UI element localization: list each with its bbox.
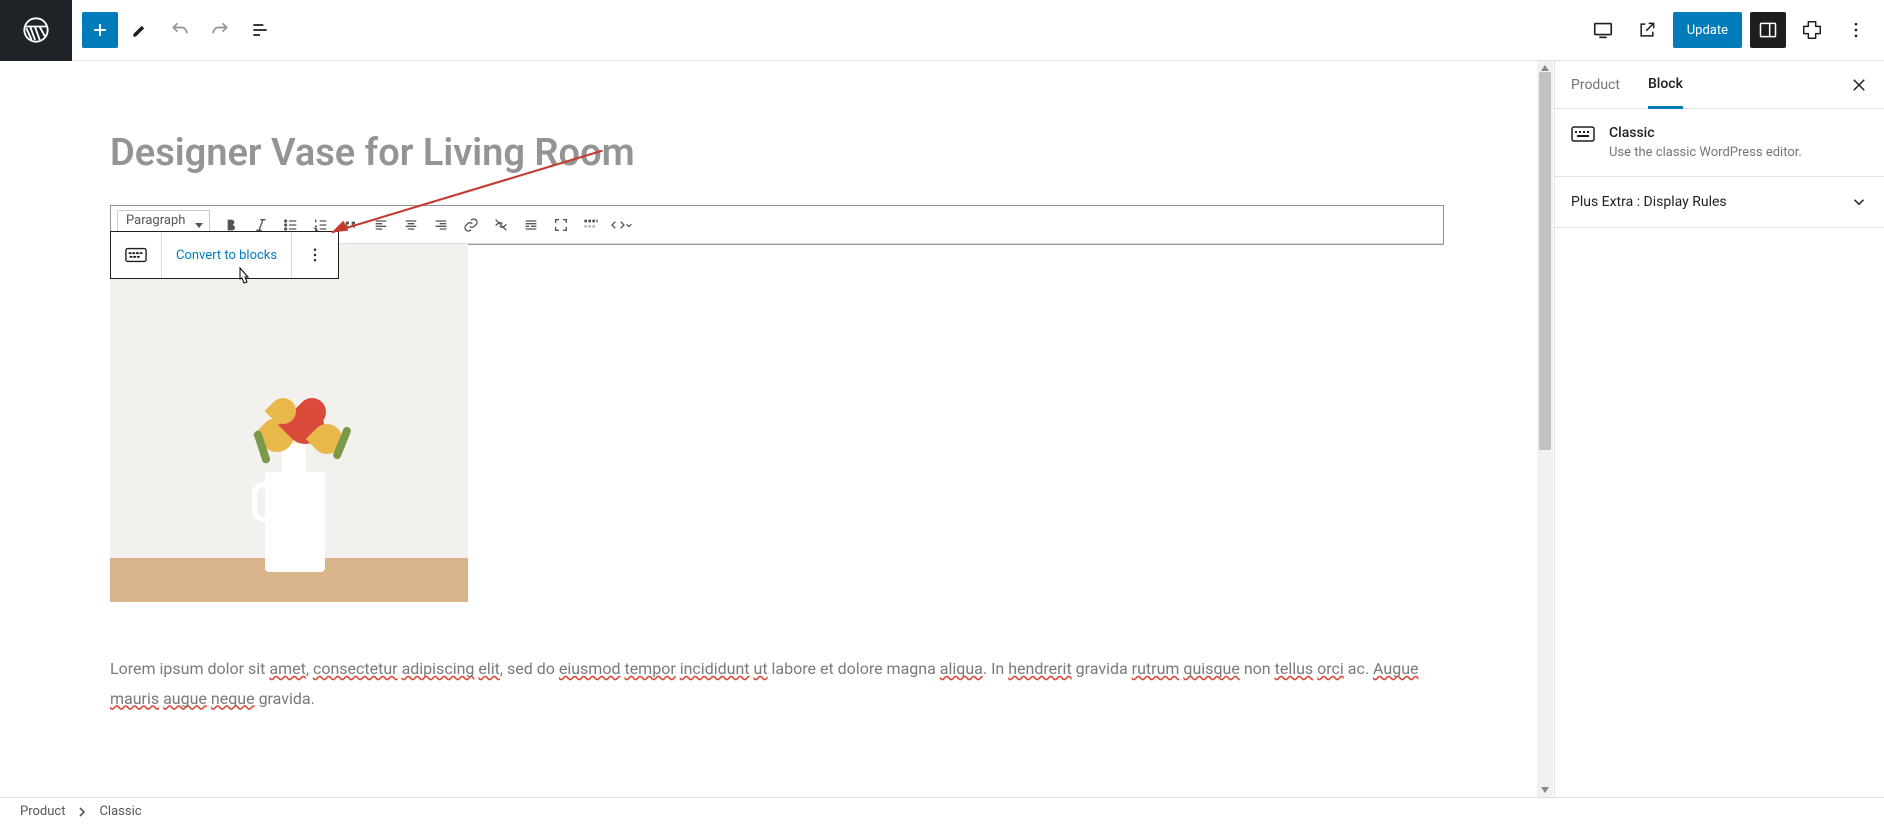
editor-canvas[interactable]: Designer Vase for Living Room Paragraph [0,61,1554,713]
editor-canvas-wrap: Designer Vase for Living Room Paragraph [0,61,1554,797]
block-toolbar: Convert to blocks [110,231,339,279]
plugin-button[interactable] [1794,12,1830,48]
post-title[interactable]: Designer Vase for Living Room [110,131,1444,175]
align-right-button[interactable] [426,210,456,240]
wordpress-logo-button[interactable] [0,0,72,61]
breadcrumb: Product Classic [0,797,1884,825]
link-button[interactable] [456,210,486,240]
content-image[interactable] [110,244,468,602]
chevron-right-icon [77,807,87,817]
fullscreen-button[interactable] [546,210,576,240]
tab-product[interactable]: Product [1571,63,1620,107]
toolbar-toggle-button[interactable] [576,210,606,240]
tools-edit-button[interactable] [122,12,158,48]
add-block-button[interactable] [82,12,118,48]
caret-down-icon [195,223,203,228]
update-button[interactable]: Update [1673,12,1742,48]
block-more-options-button[interactable] [292,232,338,278]
format-select-value: Paragraph [126,213,185,228]
options-menu-button[interactable] [1838,12,1874,48]
editor-layout: Designer Vase for Living Room Paragraph [0,61,1884,797]
block-info-desc: Use the classic WordPress editor. [1609,145,1802,160]
block-type-button[interactable] [111,232,162,278]
content-paragraph[interactable]: Lorem ipsum dolor sit amet, consectetur … [110,654,1444,713]
block-info-title: Classic [1609,125,1802,141]
view-button[interactable] [1585,12,1621,48]
vertical-scrollbar[interactable] [1537,61,1553,797]
scrollbar-thumb[interactable] [1539,72,1551,450]
tab-block[interactable]: Block [1648,62,1683,109]
settings-sidebar-toggle[interactable] [1750,12,1786,48]
convert-to-blocks-button[interactable]: Convert to blocks [162,232,292,278]
editor-topbar: Update [0,0,1884,61]
keyboard-icon [1571,125,1595,149]
preview-external-button[interactable] [1629,12,1665,48]
breadcrumb-current[interactable]: Classic [99,804,141,819]
blockquote-button[interactable] [336,210,366,240]
sidebar-tabs: Product Block [1555,61,1884,109]
topbar-right-tools: Update [1585,12,1884,48]
unlink-button[interactable] [486,210,516,240]
undo-button[interactable] [162,12,198,48]
align-center-button[interactable] [396,210,426,240]
display-rules-label: Plus Extra : Display Rules [1571,194,1727,210]
align-left-button[interactable] [366,210,396,240]
scroll-down-icon [1541,787,1549,795]
sidebar-close-button[interactable] [1850,76,1868,94]
document-overview-button[interactable] [242,12,278,48]
insert-more-button[interactable] [516,210,546,240]
source-code-button[interactable] [606,210,636,240]
breadcrumb-root[interactable]: Product [20,804,65,819]
block-info-panel: Classic Use the classic WordPress editor… [1555,109,1884,177]
scroll-up-icon [1541,63,1549,71]
display-rules-panel-toggle[interactable]: Plus Extra : Display Rules [1555,177,1884,228]
redo-button[interactable] [202,12,238,48]
topbar-left-tools [72,12,278,48]
settings-sidebar: Product Block Classic Use the classic Wo… [1554,61,1884,797]
chevron-down-icon [1850,193,1868,211]
